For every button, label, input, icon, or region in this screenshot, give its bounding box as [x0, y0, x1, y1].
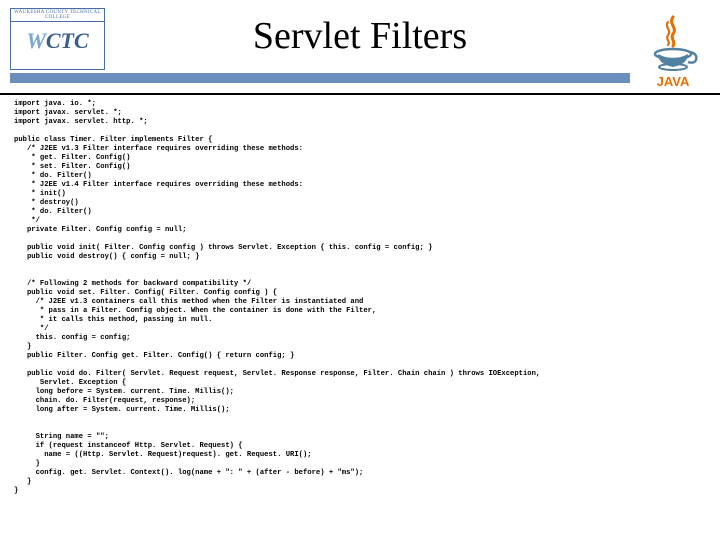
java-logo-icon: JAVA — [638, 12, 708, 92]
wctc-logo-ctc: CTC — [46, 28, 89, 53]
slide-title: Servlet Filters — [253, 14, 467, 58]
slide-header: WAUKESHA COUNTY TECHNICAL COLLEGE WCTC S… — [0, 0, 720, 95]
wctc-logo: WAUKESHA COUNTY TECHNICAL COLLEGE WCTC — [10, 8, 105, 70]
svg-text:JAVA: JAVA — [657, 74, 690, 89]
java-logo: JAVA — [638, 12, 708, 92]
code-block: import java. io. *; import javax. servle… — [14, 100, 706, 496]
wctc-logo-w: W — [26, 28, 46, 53]
wctc-logo-text: WCTC — [11, 22, 104, 60]
header-underline-stripe — [10, 73, 630, 83]
wctc-logo-banner: WAUKESHA COUNTY TECHNICAL COLLEGE — [11, 9, 104, 22]
